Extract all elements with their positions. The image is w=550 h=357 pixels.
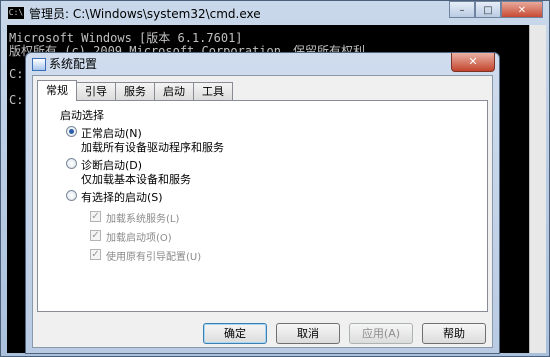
tab-services[interactable]: 服务 [115,82,155,100]
normal-startup-radio[interactable] [66,126,77,137]
use-original-boot-config-label: 使用原有引导配置(U) [106,252,202,263]
tab-general[interactable]: 常规 [37,80,77,101]
ok-button[interactable]: 确定 [203,323,267,344]
apply-button[interactable]: 应用(A) [349,323,413,344]
selective-startup-radio[interactable] [66,190,77,201]
dialog-close-button[interactable]: ✕ [451,53,495,72]
cmd-scrollbar[interactable] [529,25,546,353]
load-system-services-label: 加载系统服务(L) [106,214,180,225]
maximize-icon[interactable]: □ [475,1,501,18]
startup-selection-label: 启动选择 [60,109,104,122]
diagnostic-startup-radio[interactable] [66,158,77,169]
tab-startup[interactable]: 启动 [154,82,194,100]
general-tab-panel: 启动选择 正常启动(N) 加载所有设备驱动程序和服务 诊断启动(D) 仅加载基本… [37,100,488,312]
selective-startup-label: 有选择的启动(S) [81,191,163,204]
cmd-window-controls: – □ ✕ [449,1,543,19]
close-icon[interactable]: ✕ [501,1,543,18]
cmd-titlebar[interactable]: C:\ 管理员: C:\Windows\system32\cmd.exe – □… [1,1,549,25]
system-config-dialog: 系统配置 ✕ 常规 引导 服务 启动 工具 启动选择 正常启动(N) 加载所有设… [25,52,500,354]
dialog-title: 系统配置 [49,57,98,71]
help-button[interactable]: 帮助 [422,323,486,344]
checkmark-icon: ✓ [90,249,101,260]
cmd-window-title: 管理员: C:\Windows\system32\cmd.exe [29,7,261,21]
system-config-icon [32,58,46,71]
console-line: C: [9,93,24,107]
console-line: C: [9,67,24,81]
minimize-icon[interactable]: – [449,1,475,18]
cancel-button[interactable]: 取消 [276,323,340,344]
load-startup-items-label: 加载启动项(O) [106,233,172,244]
normal-startup-description: 加载所有设备驱动程序和服务 [81,141,224,154]
tab-strip: 常规 引导 服务 启动 工具 [37,80,233,101]
tab-tools[interactable]: 工具 [193,82,233,100]
tab-boot[interactable]: 引导 [76,82,116,100]
cmd-app-icon: C:\ [7,6,25,20]
diagnostic-startup-description: 仅加载基本设备和服务 [81,173,191,186]
checkmark-icon: ✓ [90,211,101,222]
dialog-body: 常规 引导 服务 启动 工具 启动选择 正常启动(N) 加载所有设备驱动程序和服… [32,75,493,348]
checkmark-icon: ✓ [90,230,101,241]
